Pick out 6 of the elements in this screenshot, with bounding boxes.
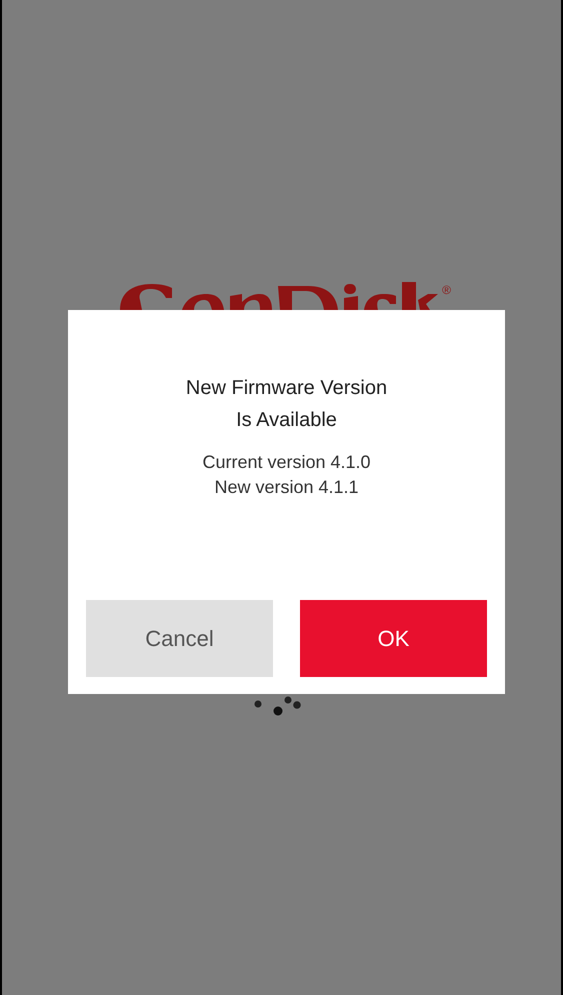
version-text: New version 4.1.1	[214, 476, 359, 499]
cancel-button[interactable]: Cancel	[86, 600, 273, 677]
ok-button[interactable]: OK	[300, 600, 487, 677]
registered-mark: ®	[442, 284, 451, 296]
version-text: Current version 4.1.0	[202, 451, 371, 474]
dialog-title: New Firmware Version Is Available	[186, 376, 388, 433]
